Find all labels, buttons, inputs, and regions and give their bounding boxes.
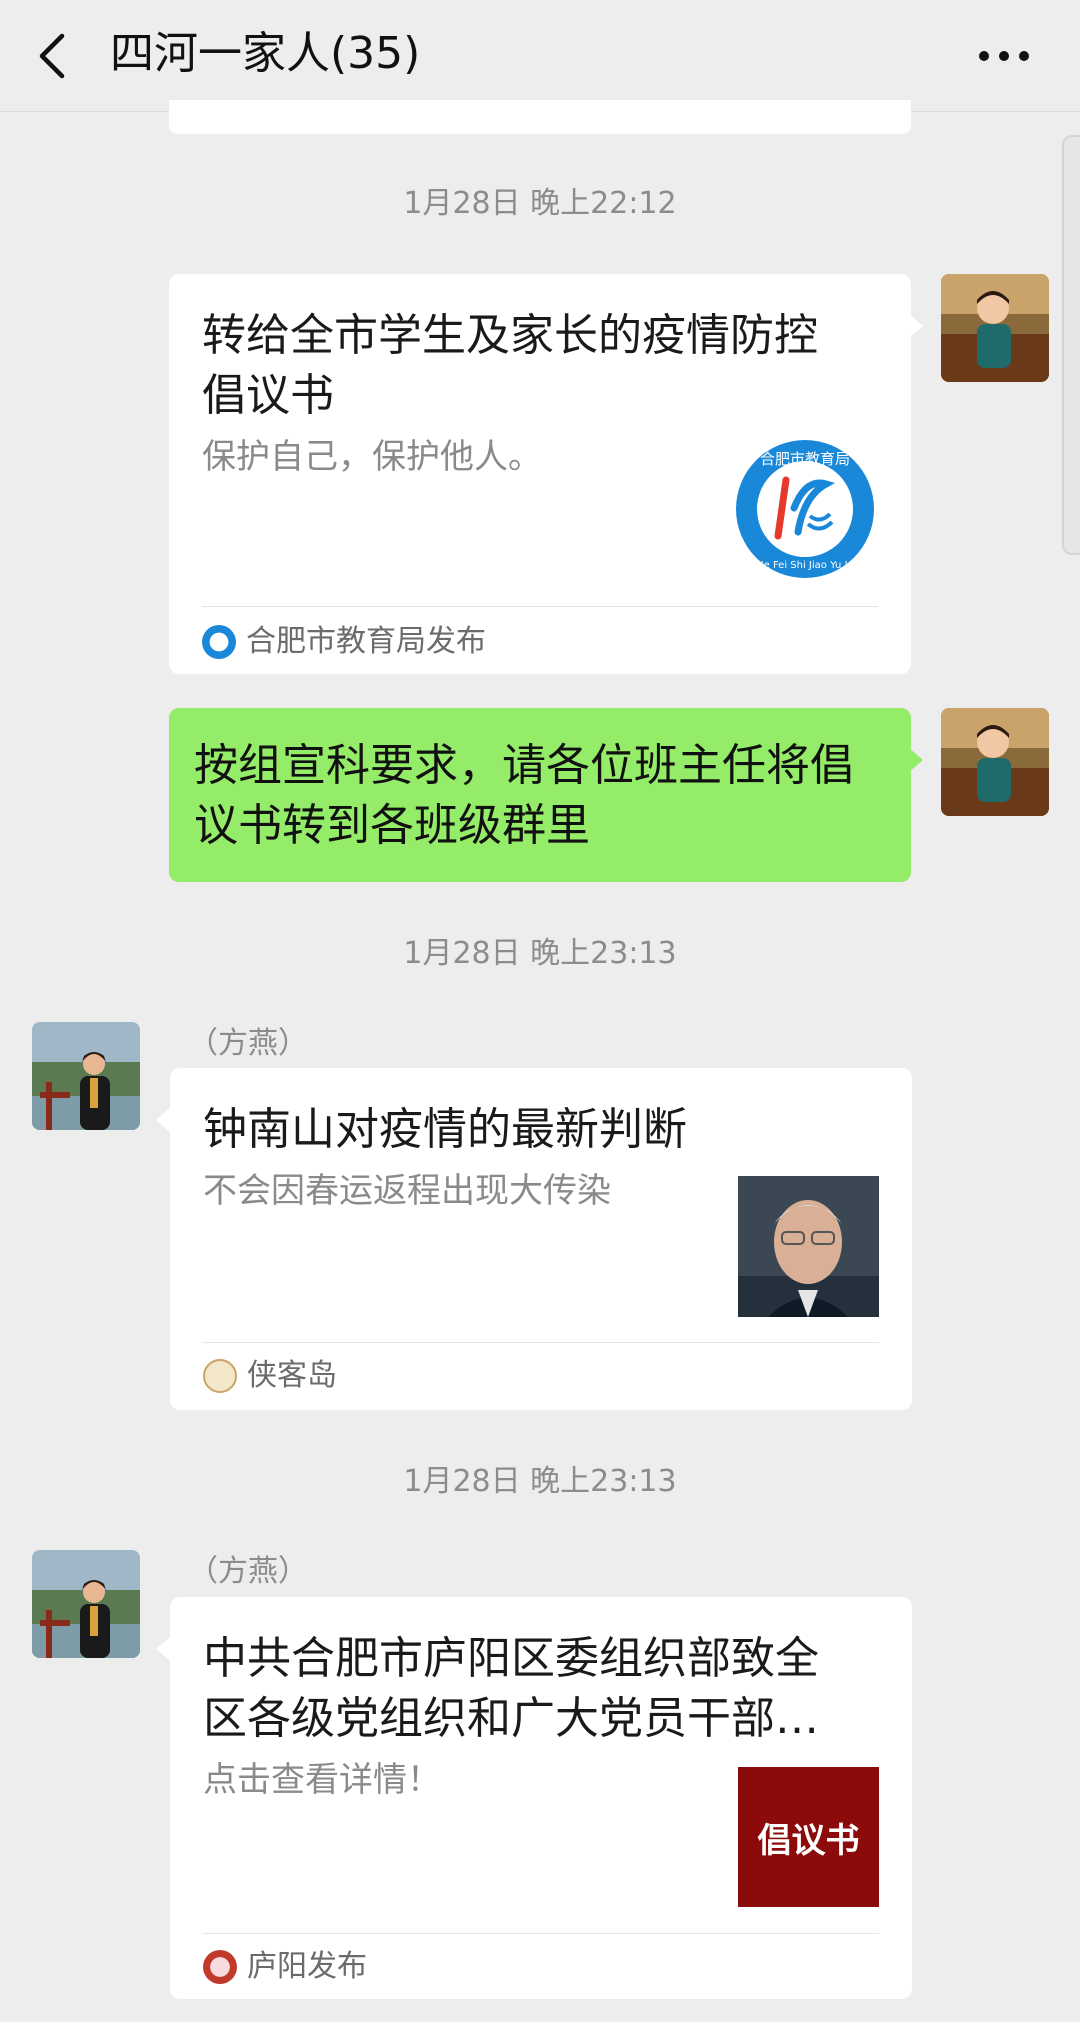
sender-avatar[interactable]: [32, 1550, 140, 1658]
card-title: 转给全市学生及家长的疫情防控 倡议书: [202, 306, 856, 426]
more-button[interactable]: [972, 26, 1036, 86]
my-text-message[interactable]: 按组宣科要求，请各位班主任将倡 议书转到各班级群里: [169, 708, 923, 882]
card-source: 合肥市教育局发布: [202, 622, 486, 662]
card-title-line: 转给全市学生及家长的疫情防控: [202, 310, 818, 361]
card-source-label: 庐阳发布: [247, 1949, 367, 1984]
education-bureau-logo-icon: 合肥市教育局 He Fei Shi Jiao Yu Ju: [736, 440, 874, 578]
card-description: 保护自己，保护他人。: [202, 437, 542, 477]
card-description: 点击查看详情！: [203, 1760, 441, 1800]
timestamp: 1月28日 晚上22:12: [403, 186, 677, 221]
sender-name: （方燕）: [188, 1554, 308, 1589]
source-logo-icon: [202, 625, 236, 659]
source-logo-icon: [203, 1950, 237, 1984]
my-avatar[interactable]: [941, 274, 1049, 382]
card-title-line: 中共合肥市庐阳区委组织部致全: [203, 1633, 819, 1684]
avatar-woman-icon: [32, 1550, 140, 1658]
card-source: 侠客岛: [203, 1356, 337, 1396]
card-title-line: 倡议书: [202, 370, 334, 421]
avatar-child-icon: [941, 274, 1049, 382]
my-avatar[interactable]: [941, 708, 1049, 816]
timestamp: 1月28日 晚上23:13: [403, 936, 677, 971]
back-arrow-icon: [39, 33, 65, 79]
sender-name: （方燕）: [188, 1026, 308, 1061]
card-divider: [203, 1342, 879, 1343]
back-button[interactable]: [30, 26, 82, 86]
previous-message-card[interactable]: [169, 100, 911, 134]
card-thumbnail: [738, 1176, 879, 1317]
logo-ring-text: 合肥市教育局: [760, 450, 850, 468]
timestamp: 1月28日 晚上23:13: [403, 1464, 677, 1499]
card-title: 钟南山对疫情的最新判断: [203, 1104, 687, 1155]
source-logo-icon: [203, 1359, 237, 1393]
card-thumbnail: 合肥市教育局 He Fei Shi Jiao Yu Ju: [734, 438, 876, 580]
card-source-label: 侠客岛: [247, 1358, 337, 1393]
chat-header: 四河一家人(35): [0, 0, 1080, 112]
bubble-tail: [909, 314, 923, 338]
message-text-line: 议书转到各班级群里: [194, 800, 590, 851]
message-text-line: 按组宣科要求，请各位班主任将倡: [194, 740, 854, 791]
portrait-photo-icon: [738, 1176, 879, 1317]
chat-title: 四河一家人(35): [110, 28, 421, 79]
bubble-tail: [156, 1637, 170, 1661]
card-thumbnail: 倡议书: [738, 1767, 879, 1907]
card-divider: [203, 1933, 879, 1934]
avatar-woman-icon: [32, 1022, 140, 1130]
thumbnail-text: 倡议书: [757, 1820, 860, 1861]
sender-avatar[interactable]: [32, 1022, 140, 1130]
bubble-tail: [156, 1108, 170, 1132]
card-source: 庐阳发布: [203, 1947, 367, 1987]
card-title-line: 区各级党组织和广大党员干部…: [203, 1693, 819, 1744]
link-card-message[interactable]: 中共合肥市庐阳区委组织部致全 区各级党组织和广大党员干部… 点击查看详情！ 倡议…: [156, 1597, 912, 1999]
more-icon: [979, 51, 1029, 61]
message-text: 按组宣科要求，请各位班主任将倡 议书转到各班级群里: [194, 736, 894, 856]
bubble-tail: [909, 748, 923, 772]
link-card-message[interactable]: 钟南山对疫情的最新判断 不会因春运返程出现大传染 侠客岛: [156, 1068, 912, 1410]
card-divider: [202, 606, 878, 607]
card-title: 中共合肥市庐阳区委组织部致全 区各级党组织和广大党员干部…: [203, 1629, 857, 1749]
avatar-child-icon: [941, 708, 1049, 816]
link-card-message[interactable]: 转给全市学生及家长的疫情防控 倡议书 保护自己，保护他人。 合肥市教育局 He …: [169, 274, 923, 674]
logo-ring-subtext: He Fei Shi Jiao Yu Ju: [756, 560, 854, 571]
card-description: 不会因春运返程出现大传染: [203, 1171, 611, 1211]
card-source-label: 合肥市教育局发布: [246, 624, 486, 659]
